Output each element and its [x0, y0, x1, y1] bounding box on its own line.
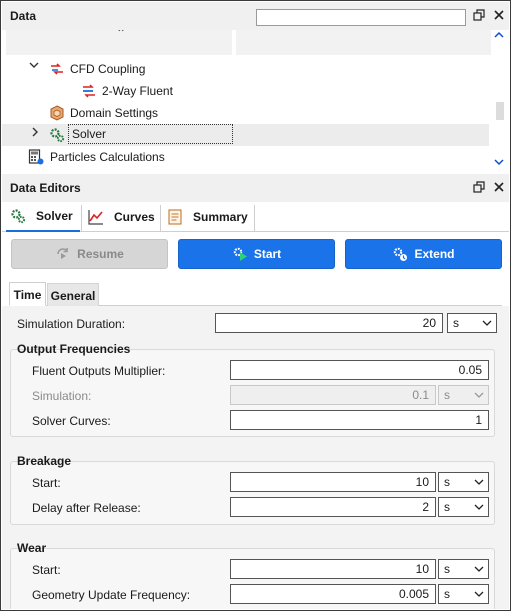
start-icon — [232, 246, 248, 262]
simulation-frequency-unit-select[interactable]: s — [438, 385, 489, 405]
data-editors-title: Data Editors — [10, 181, 81, 195]
wear-start-unit-select[interactable]: s — [438, 559, 489, 579]
tab-summary[interactable]: Summary — [163, 202, 253, 232]
scroll-down-icon[interactable] — [494, 158, 504, 169]
extend-button[interactable]: Extend — [345, 239, 502, 269]
tree-item-2-way-fluent[interactable]: 2-Way Fluent — [2, 80, 489, 102]
tab-label: Solver — [36, 209, 73, 223]
tree-item-label: 2-Way Fluent — [102, 84, 173, 98]
summary-doc-icon — [167, 209, 185, 225]
solver-gears-icon — [49, 127, 65, 143]
delay-after-release-unit-select[interactable]: s — [438, 497, 489, 517]
breakage-start-label: Start: — [32, 476, 61, 490]
unit-value: s — [444, 388, 450, 402]
solver-gears-icon — [10, 208, 28, 224]
subtab-label: Time — [13, 288, 42, 302]
tree-column-header-2[interactable] — [236, 30, 492, 55]
tab-label: Curves — [114, 210, 155, 224]
domain-settings-icon — [49, 105, 65, 121]
wear-start-label: Start: — [32, 563, 61, 577]
wear-title: Wear — [17, 541, 47, 555]
unit-value: s — [444, 475, 450, 489]
unit-value: s — [453, 316, 459, 330]
simulation-frequency-input[interactable]: 0.1 — [230, 385, 436, 405]
chevron-down-icon — [482, 314, 492, 339]
float-panel-icon[interactable] — [472, 181, 486, 195]
chevron-down-icon — [474, 585, 484, 609]
time-settings-panel: Simulation Duration: 20 s Output Frequen… — [2, 306, 509, 609]
app-window: Data ⌃ CFD Coupling 2-Way Fluent Domain … — [0, 0, 511, 611]
data-panel-header: Data — [2, 2, 509, 30]
wear-start-input[interactable]: 10 — [230, 559, 436, 579]
tree-item-cfd-coupling[interactable]: CFD Coupling — [2, 58, 489, 80]
tab-solver[interactable]: Solver — [6, 202, 80, 232]
tree-item-label: Particles Calculations — [50, 150, 165, 164]
unit-value: s — [444, 500, 450, 514]
close-icon[interactable] — [492, 181, 506, 195]
subtab-label: General — [50, 289, 96, 303]
geometry-update-frequency-unit-select[interactable]: s — [438, 584, 489, 604]
unit-value: s — [444, 587, 450, 601]
tree-item-particles-calculations[interactable]: Particles Calculations — [2, 146, 489, 168]
chevron-down-icon — [474, 386, 484, 411]
sort-up-icon: ⌃ — [116, 30, 127, 40]
breakage-start-unit-select[interactable]: s — [438, 472, 489, 492]
geometry-update-frequency-input[interactable]: 0.005 — [230, 584, 436, 604]
solver-curves-input[interactable]: 1 — [230, 410, 489, 430]
chevron-down-icon — [474, 473, 484, 498]
output-frequencies-title: Output Frequencies — [17, 342, 131, 356]
geometry-update-frequency-label: Geometry Update Frequency: — [32, 588, 191, 602]
delay-after-release-input[interactable]: 2 — [230, 497, 436, 517]
tab-curves[interactable]: Curves — [84, 202, 160, 232]
chevron-down-icon — [474, 498, 484, 523]
simulation-duration-input[interactable]: 20 — [215, 313, 443, 333]
solver-curves-label: Solver Curves: — [32, 414, 111, 428]
fluent-outputs-multiplier-label: Fluent Outputs Multiplier: — [32, 364, 166, 378]
start-button[interactable]: Start — [178, 239, 335, 269]
editor-tabs: Solver Curves Summary — [2, 202, 509, 232]
tree-item-domain-settings[interactable]: Domain Settings — [2, 102, 489, 124]
tab-label: Summary — [193, 210, 248, 224]
unit-value: s — [444, 562, 450, 576]
scroll-up-icon[interactable] — [494, 31, 504, 42]
close-icon[interactable] — [492, 9, 506, 23]
breakage-start-input[interactable]: 10 — [230, 472, 436, 492]
tree-item-solver[interactable]: Solver — [2, 124, 489, 146]
resume-label: Resume — [77, 247, 124, 261]
chevron-down-icon — [474, 560, 484, 585]
simulation-duration-unit-select[interactable]: s — [447, 313, 497, 333]
tree-item-label: Domain Settings — [70, 106, 159, 120]
extend-icon — [392, 246, 408, 262]
expand-chevron-icon[interactable] — [30, 127, 40, 140]
subtab-general[interactable]: General — [47, 283, 99, 306]
start-label: Start — [253, 247, 282, 261]
collapse-chevron-icon[interactable] — [29, 60, 39, 73]
cfd-coupling-icon — [49, 61, 65, 77]
subtab-time[interactable]: Time — [9, 282, 46, 306]
data-editors-header: Data Editors — [2, 174, 509, 202]
float-panel-icon[interactable] — [472, 9, 486, 23]
tree-item-label: Solver — [68, 124, 233, 144]
simulation-duration-label: Simulation Duration: — [17, 317, 126, 331]
data-panel-title: Data — [10, 9, 37, 23]
scroll-thumb[interactable] — [496, 102, 504, 120]
tree-scrollbar[interactable] — [491, 30, 509, 173]
fluent-outputs-multiplier-input[interactable]: 0.05 — [230, 360, 489, 380]
resume-icon — [55, 246, 71, 262]
tree-item-label: CFD Coupling — [70, 62, 146, 76]
resume-button[interactable]: Resume — [11, 239, 168, 269]
delay-after-release-label: Delay after Release: — [32, 501, 141, 515]
data-tree: ⌃ CFD Coupling 2-Way Fluent Domain Setti… — [2, 30, 509, 173]
breakage-title: Breakage — [17, 454, 72, 468]
sub-tabs: Time General — [9, 282, 502, 306]
extend-label: Extend — [414, 247, 455, 261]
data-search-input[interactable] — [256, 9, 466, 26]
simulation-label: Simulation: — [32, 389, 92, 403]
calculator-icon — [28, 149, 44, 165]
curves-chart-icon — [88, 209, 106, 225]
tree-column-header[interactable]: ⌃ — [6, 30, 232, 55]
fluent-icon — [81, 83, 97, 99]
